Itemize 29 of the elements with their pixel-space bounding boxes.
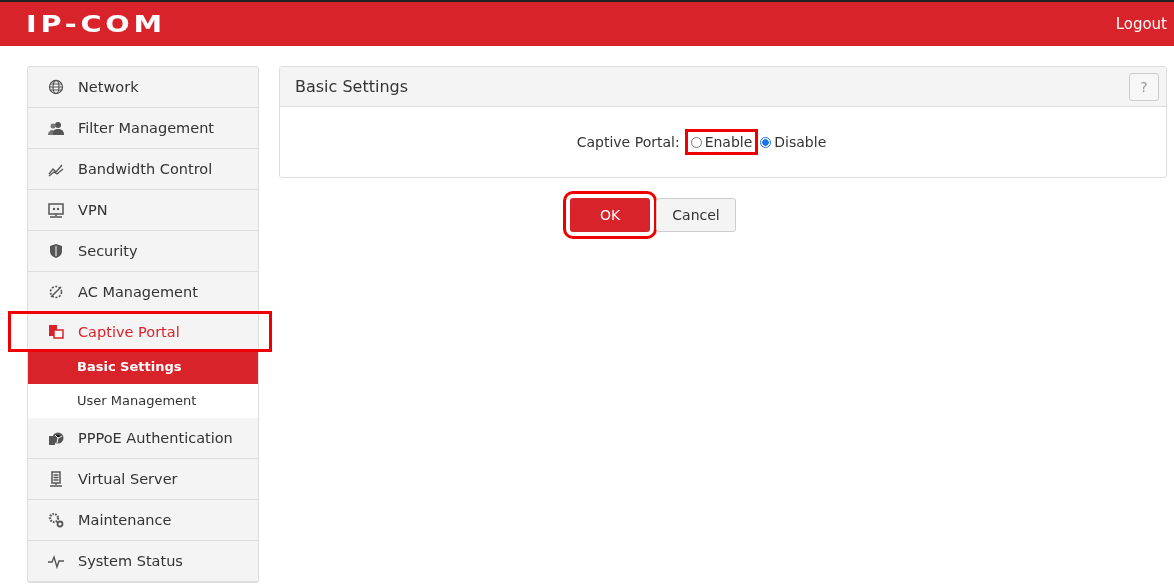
gears-icon <box>48 512 64 528</box>
logo: IP-COM <box>26 11 166 37</box>
radio-label[interactable]: Disable <box>774 134 827 150</box>
sidebar-item[interactable]: VPN <box>28 190 258 231</box>
sidebar-item[interactable]: Filter Management <box>28 108 258 149</box>
monitor-icon <box>48 202 64 218</box>
sidebar-item[interactable]: AC Management <box>28 272 258 313</box>
users-icon <box>48 120 64 136</box>
sidebar-item[interactable]: Bandwidth Control <box>28 149 258 190</box>
sidebar-item[interactable]: Network <box>28 67 258 108</box>
submenu-item[interactable]: User Management <box>28 384 258 418</box>
sidebar-item[interactable]: Maintenance <box>28 500 258 541</box>
sidebar-item[interactable]: Virtual Server <box>28 459 258 500</box>
panel-title: Basic Settings <box>295 77 409 96</box>
radio-label[interactable]: Enable <box>704 134 753 150</box>
pulse-icon <box>48 553 64 569</box>
sidebar-item[interactable]: Security <box>28 231 258 272</box>
sidebar-item[interactable]: System Status <box>28 541 258 582</box>
globe-icon <box>48 79 64 95</box>
server-icon <box>48 471 64 487</box>
tools-icon <box>48 284 64 300</box>
submenu-item[interactable]: Basic Settings <box>28 350 258 384</box>
sidebar-item[interactable]: PPPoE Authentication <box>28 418 258 459</box>
field-label: Captive Portal: <box>576 134 680 150</box>
sidebar-item[interactable]: Captive Portal <box>10 313 270 350</box>
logout-link[interactable]: Logout <box>1115 15 1167 33</box>
cancel-button[interactable]: Cancel <box>656 198 736 232</box>
shield-icon <box>48 243 64 259</box>
radio-button[interactable] <box>760 136 772 148</box>
